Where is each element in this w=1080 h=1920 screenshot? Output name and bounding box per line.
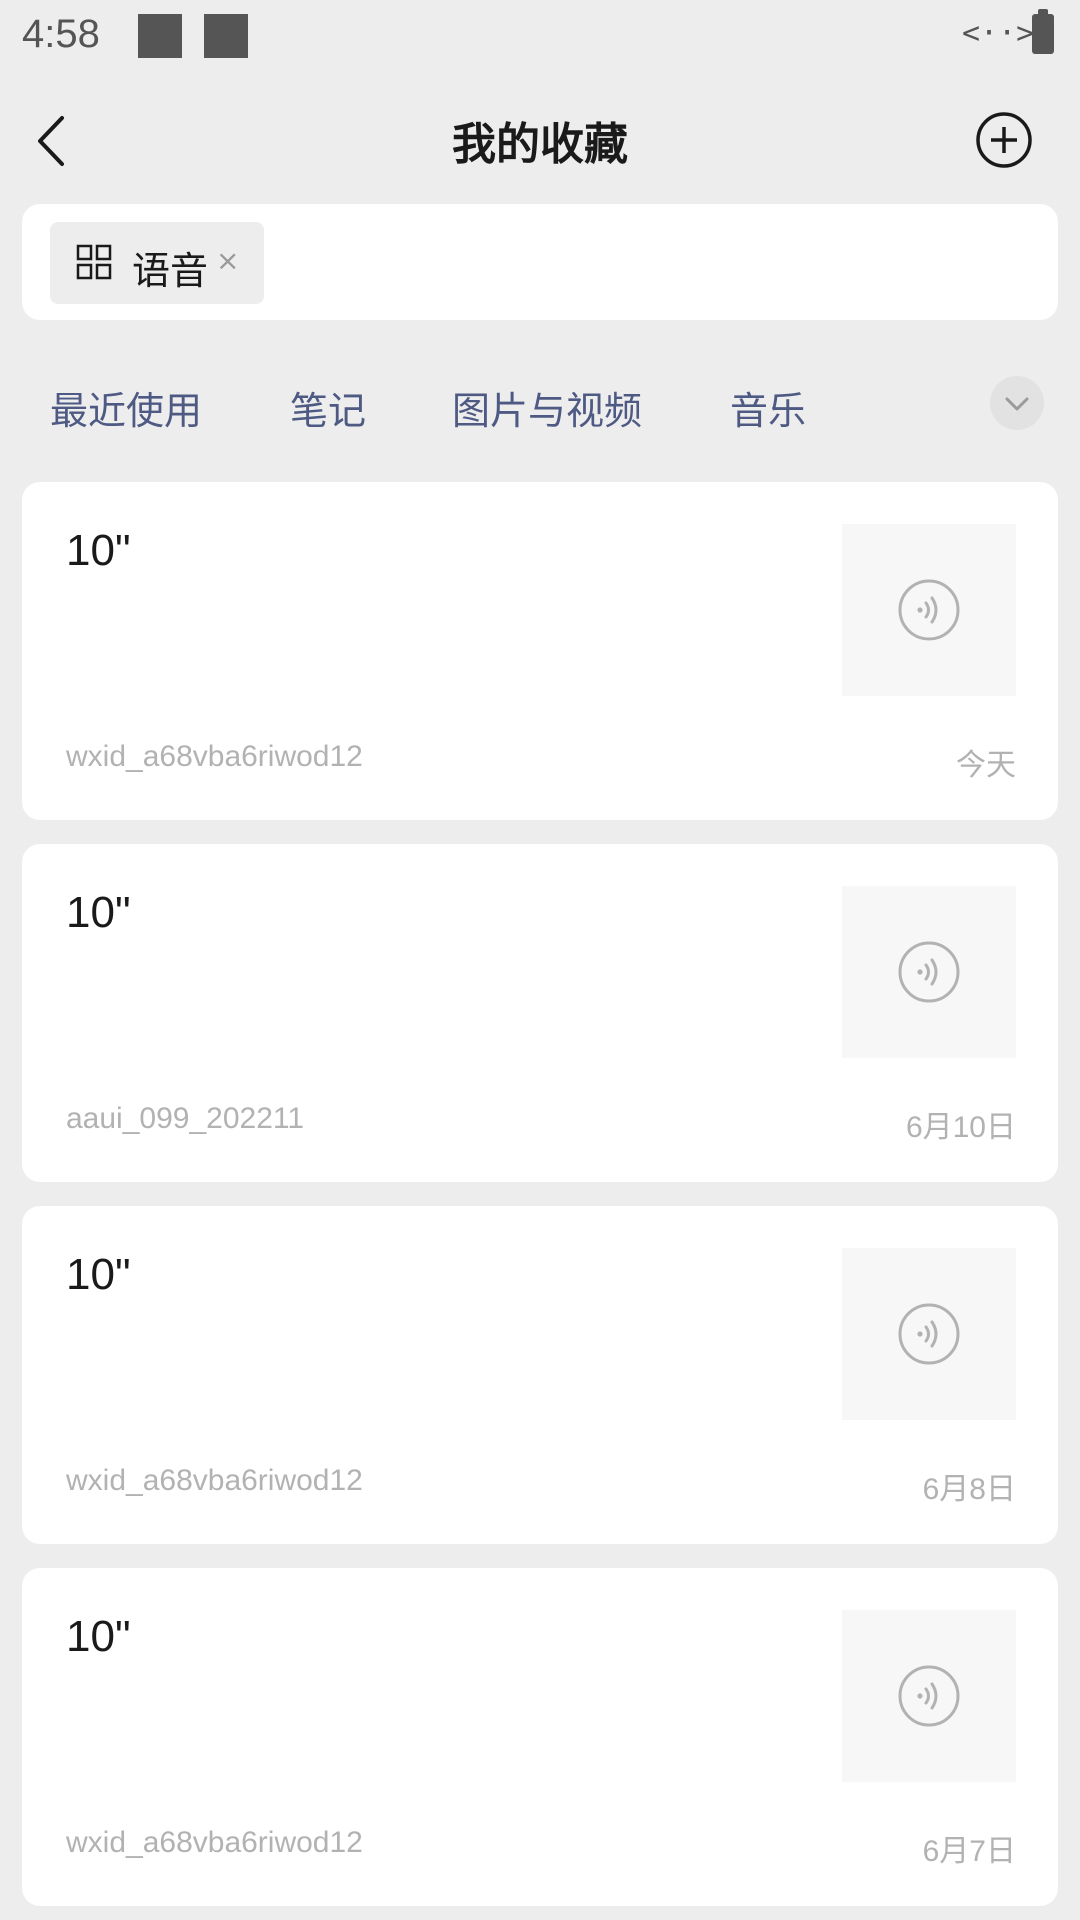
- category-tabs: 最近使用 笔记 图片与视频 音乐: [0, 372, 1080, 438]
- voice-icon: [898, 1665, 960, 1727]
- filter-bar: 语音 ×: [22, 204, 1058, 320]
- item-date: 6月8日: [922, 1473, 1016, 1506]
- tab-images-videos[interactable]: 图片与视频: [452, 380, 642, 435]
- item-source: wxid_a68vba6riwod12: [66, 1464, 363, 1497]
- voice-duration: 10": [66, 888, 131, 937]
- item-date: 今天: [956, 749, 1016, 782]
- favorite-item[interactable]: 10" wxid_a68vba6riwod12 6月7日: [22, 1568, 1058, 1906]
- voice-duration: 10": [66, 1612, 131, 1661]
- filter-chip-label: 语音: [132, 249, 209, 293]
- item-date: 6月10日: [905, 1111, 1016, 1144]
- item-date: 6月7日: [922, 1835, 1016, 1868]
- item-source: wxid_a68vba6riwod12: [66, 740, 363, 773]
- status-time: 4:58: [22, 12, 100, 56]
- chevron-down-icon: [1005, 397, 1029, 411]
- voice-thumbnail: [842, 524, 1016, 696]
- expand-categories-button[interactable]: [990, 376, 1044, 430]
- favorite-item[interactable]: 10" wxid_a68vba6riwod12 6月8日: [22, 1206, 1058, 1544]
- voice-thumbnail: [842, 886, 1016, 1058]
- favorite-item[interactable]: 10" aaui_099_202211 6月10日: [22, 844, 1058, 1182]
- voice-thumbnail: [842, 1610, 1016, 1782]
- battery-icon: [1032, 9, 1054, 54]
- close-icon[interactable]: ×: [216, 244, 239, 277]
- voice-icon: [898, 579, 960, 641]
- tab-notes[interactable]: 笔记: [290, 380, 366, 435]
- notification-icon: [138, 14, 182, 58]
- voice-duration: 10": [66, 526, 131, 575]
- plus-circle-icon: [976, 112, 1032, 168]
- voice-icon: [898, 1303, 960, 1365]
- nav-bar: 我的收藏: [0, 96, 1080, 186]
- add-button[interactable]: [974, 110, 1034, 170]
- grid-icon: [76, 244, 112, 280]
- voice-icon: [898, 941, 960, 1003]
- favorite-item[interactable]: 10" wxid_a68vba6riwod12 今天: [22, 482, 1058, 820]
- filter-chip-voice[interactable]: 语音 ×: [50, 222, 264, 304]
- status-bar: 4:58 <··>: [0, 0, 1080, 76]
- voice-thumbnail: [842, 1248, 1016, 1420]
- data-transfer-icon: <··>: [962, 16, 1035, 51]
- tab-music[interactable]: 音乐: [730, 380, 806, 435]
- item-source: aaui_099_202211: [66, 1102, 305, 1135]
- item-source: wxid_a68vba6riwod12: [66, 1826, 363, 1859]
- tab-recent[interactable]: 最近使用: [50, 380, 202, 435]
- page-title: 我的收藏: [452, 119, 628, 170]
- voice-duration: 10": [66, 1250, 131, 1299]
- notification-icon: [204, 14, 248, 58]
